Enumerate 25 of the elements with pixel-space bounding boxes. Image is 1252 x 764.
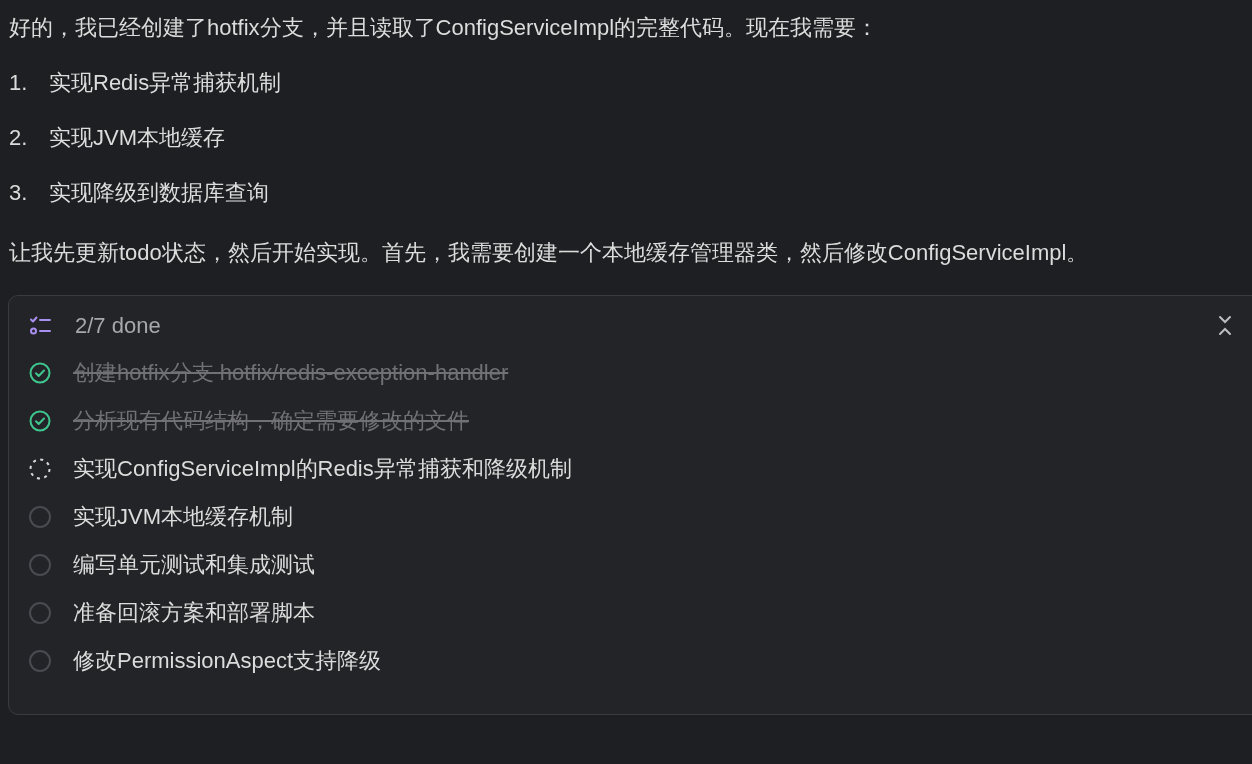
todo-summary: 2/7 done (75, 312, 162, 340)
list-number: 1. (9, 69, 29, 97)
list-item-text: 实现降级到数据库查询 (49, 179, 269, 207)
todo-item-text: 分析现有代码结构，确定需要修改的文件 (73, 407, 469, 435)
check-circle-icon (29, 362, 51, 384)
empty-circle-icon (29, 506, 51, 528)
list-number: 2. (9, 124, 29, 152)
message-text: 好的，我已经创建了hotfix分支，并且读取了ConfigServiceImpl的完整代码。现在我需要： (9, 14, 880, 42)
todo-item-text: 实现JVM本地缓存机制 (73, 503, 293, 531)
todo-item-text: 实现ConfigServiceImpl的Redis异常捕获和降级机制 (73, 455, 572, 483)
empty-circle-icon (29, 602, 51, 624)
list-number: 3. (9, 179, 29, 207)
empty-circle-icon (29, 554, 51, 576)
collapse-icon (1217, 314, 1233, 338)
todo-item-text: 编写单元测试和集成测试 (73, 551, 315, 579)
check-circle-icon (29, 410, 51, 432)
list-item-text: 实现JVM本地缓存 (49, 124, 225, 152)
checklist-icon (29, 315, 53, 337)
empty-circle-icon (29, 650, 51, 672)
todo-item-text: 准备回滚方案和部署脚本 (73, 599, 315, 627)
spinner-icon (29, 458, 51, 480)
list-item-text: 实现Redis异常捕获机制 (49, 69, 282, 97)
todo-item-text: 创建hotfix分支 hotfix/redis-exception-handler (73, 359, 509, 387)
todo-item-text: 修改PermissionAspect支持降级 (73, 647, 382, 675)
message-text: 让我先更新todo状态，然后开始实现。首先，我需要创建一个本地缓存管理器类，然后修改ConfigServiceImpl。 (9, 239, 1089, 267)
